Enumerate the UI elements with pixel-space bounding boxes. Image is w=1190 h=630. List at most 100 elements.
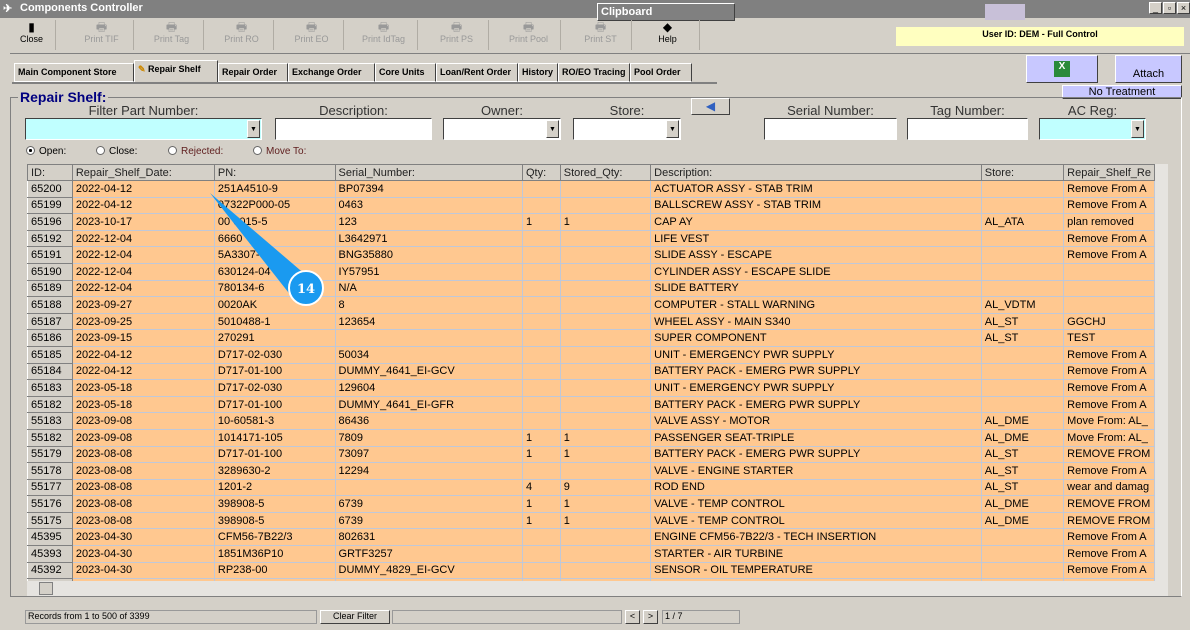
cell-store: AL_ST	[980, 478, 1065, 497]
column-header[interactable]: Repair_Shelf_Re	[1063, 164, 1155, 181]
table-row[interactable]: 65199 2022-04-12 07322P000-05 0463 BALLSCREW…	[27, 196, 1155, 215]
radio-open[interactable]: Open:	[26, 146, 66, 157]
cell-description: BALLSCREW ASSY - STAB TRIM	[650, 196, 982, 215]
store-select[interactable]: ▼	[573, 118, 681, 140]
column-header[interactable]: PN:	[213, 164, 336, 181]
table-row[interactable]: 55183 2023-09-08 10-60581-3 86436 VALVE ASSY…	[27, 412, 1155, 430]
tab-repair-order[interactable]: Repair Order	[218, 63, 288, 82]
table-row[interactable]: 55182 2023-09-08 1014171-105 7809 1 1 PASSENGE…	[27, 428, 1155, 447]
cell-storedqty	[559, 246, 652, 264]
cell-qty	[522, 279, 561, 298]
next-page-button[interactable]: >	[643, 610, 658, 624]
table-row[interactable]: 65188 2023-09-27 0020AK 8 COMPUTER - STALL W…	[27, 296, 1155, 314]
table-row[interactable]: 65189 2022-12-04 780134-6 N/A SLIDE BATTERY	[27, 279, 1155, 298]
close-window-button[interactable]: ×	[1177, 2, 1190, 14]
toolbar-label: Print EO	[294, 34, 329, 44]
table-row[interactable]: 65192 2022-12-04 6660 L3642971 LIFE VEST Remo…	[27, 229, 1155, 248]
column-header[interactable]: Description:	[650, 164, 982, 181]
toolbar-print-tag-button[interactable]: 🖶 Print Tag	[140, 20, 204, 50]
table-row[interactable]: 55179 2023-08-08 D717-01-100 73097 1 1 BATTERY…	[27, 445, 1155, 464]
table-row[interactable]: 65182 2023-05-18 D717-01-100 DUMMY_4641_EI-…	[27, 395, 1155, 414]
toolbar-print-tif-button[interactable]: 🖶 Print TIF	[70, 20, 134, 50]
notepad-icon: ✎	[138, 64, 149, 74]
table-row[interactable]: 55176 2023-08-08 398908-5 6739 1 1 VALVE - TEM…	[27, 495, 1155, 513]
column-header[interactable]: Repair_Shelf_Date:	[71, 164, 215, 181]
tab-exchange-order[interactable]: Exchange Order	[288, 63, 375, 82]
column-header[interactable]: ID:	[27, 164, 73, 181]
export-excel-button[interactable]: X	[1026, 55, 1098, 83]
cell-serialnumber: 86436	[334, 412, 524, 430]
tab-history[interactable]: History	[518, 63, 558, 82]
toolbar-close-button[interactable]: ▮ Close	[8, 20, 56, 50]
repair-shelf-grid[interactable]: ID: Repair_Shelf_Date: PN: Serial_Number: Qt…	[27, 164, 1155, 581]
cell-qty	[522, 312, 561, 331]
cell-id: 65196	[27, 213, 73, 231]
radio-move-to[interactable]: Move To:	[253, 146, 306, 157]
radio-rejected[interactable]: Rejected:	[168, 146, 223, 157]
cell-store	[980, 279, 1065, 298]
toolbar-label: Close	[19, 34, 43, 44]
serial-input[interactable]	[764, 118, 897, 140]
column-header[interactable]: Stored_Qty:	[559, 164, 652, 181]
vertical-scrollbar[interactable]	[1155, 164, 1168, 581]
table-row[interactable]: 45393 2023-04-30 1851M36P10 GRTF3257 STARTER…	[27, 545, 1155, 563]
tab-ro-eo-tracing[interactable]: RO/EO Tracing	[558, 63, 630, 82]
tab-main-component-store[interactable]: Main Component Store	[14, 63, 134, 82]
table-row[interactable]: 651962023-10-1700 0015-512311CAP AYAL_AT…	[27, 213, 1155, 231]
tab-pool-order[interactable]: Pool Order	[630, 63, 692, 82]
table-row[interactable]: 65190 2022-12-04 630124-04 IY57951 CYLINDER …	[27, 262, 1155, 281]
cell-description: VALVE - TEMP CONTROL	[650, 495, 982, 513]
chevron-down-icon[interactable]: ▼	[546, 120, 559, 138]
table-row[interactable]: 65186 2023-09-15 270291 SUPER COMPONENT AL_S…	[27, 329, 1155, 347]
owner-select[interactable]: ▼	[443, 118, 561, 140]
toolbar-print-ro-button[interactable]: 🖶 Print RO	[210, 20, 274, 50]
restore-button[interactable]: ▫	[1163, 2, 1176, 14]
toolbar-print-eo-button[interactable]: 🖶 Print EO	[280, 20, 344, 50]
clipboard-window[interactable]: Clipboard	[597, 3, 735, 21]
table-row[interactable]: 55178 2023-08-08 3289630-2 12294 VALVE - ENG…	[27, 462, 1155, 480]
tab-loan-rent-order[interactable]: Loan/Rent Order	[436, 63, 518, 82]
table-row[interactable]: 65184 2022-04-12 D717-01-100 DUMMY_4641_EI-…	[27, 362, 1155, 381]
toolbar-print-pool-button[interactable]: 🖶 Print Pool	[497, 20, 561, 50]
table-row[interactable]: 65185 2022-04-12 D717-02-030 50034 UNIT - EM…	[27, 345, 1155, 364]
table-row[interactable]: 45395 2023-04-30 CFM56-7B22/3 802631 ENGINE …	[27, 528, 1155, 547]
toolbar-print-idtag-button[interactable]: 🖶 Print IdTag	[350, 20, 418, 50]
cell-repairshelfre	[1063, 296, 1155, 314]
table-row[interactable]: 65191 2022-12-04 5A3307- BNG35880 SLIDE ASSY…	[27, 246, 1155, 264]
table-row[interactable]: 55175 2023-08-08 398908-5 6739 1 1 VALVE - TEM…	[27, 511, 1155, 530]
door-exit-icon: ▮	[28, 20, 35, 34]
cell-serialnumber: 50034	[334, 345, 524, 364]
toolbar-help-button[interactable]: ◆ Help	[636, 20, 700, 50]
horizontal-scrollbar[interactable]	[27, 581, 1168, 596]
chevron-down-icon[interactable]: ▼	[247, 120, 260, 138]
toolbar-print-ps-button[interactable]: 🖶 Print PS	[425, 20, 489, 50]
column-header[interactable]: Store:	[980, 164, 1065, 181]
ac-reg-select[interactable]: ▼	[1039, 118, 1146, 140]
toolbar-print-st-button[interactable]: 🖶 Print ST	[570, 20, 632, 50]
chevron-down-icon[interactable]: ▼	[666, 120, 679, 138]
cell-id: 65200	[27, 180, 73, 198]
table-row[interactable]: 45392 2023-04-30 RP238-00 DUMMY_4829_EI-GCV…	[27, 561, 1155, 580]
cell-id: 65190	[27, 262, 73, 281]
cell-serialnumber	[334, 478, 524, 497]
clear-filter-button[interactable]: Clear Filter	[320, 610, 390, 624]
tab-core-units[interactable]: Core Units	[375, 63, 436, 82]
description-input[interactable]	[275, 118, 432, 140]
chevron-down-icon[interactable]: ▼	[1131, 120, 1144, 138]
attach-button[interactable]: Attach	[1115, 55, 1182, 83]
minimize-button[interactable]: _	[1149, 2, 1162, 14]
tab-repair-shelf[interactable]: ✎ Repair Shelf	[134, 60, 218, 82]
table-row[interactable]: 65200 2022-04-12 251A4510-9 BP07394 ACTUATOR…	[27, 180, 1155, 198]
prev-page-button[interactable]: <	[625, 610, 640, 624]
cell-store: AL_DME	[980, 428, 1065, 447]
table-row[interactable]: 65183 2023-05-18 D717-02-030 129604 UNIT - E…	[27, 379, 1155, 397]
tag-input[interactable]	[907, 118, 1028, 140]
back-arrow-button[interactable]: ◀	[691, 98, 730, 115]
cell-serialnumber: L3642971	[334, 229, 524, 248]
column-header[interactable]: Serial_Number:	[334, 164, 524, 181]
table-row[interactable]: 55177 2023-08-08 1201-2 4 9 ROD END AL_ST wear …	[27, 478, 1155, 497]
table-row[interactable]: 65187 2023-09-25 5010488-1 123654 WHEEL ASSY…	[27, 312, 1155, 331]
radio-close[interactable]: Close:	[96, 146, 137, 157]
column-header[interactable]: Qty:	[522, 164, 561, 181]
part-number-filter[interactable]: ▼	[25, 118, 262, 140]
